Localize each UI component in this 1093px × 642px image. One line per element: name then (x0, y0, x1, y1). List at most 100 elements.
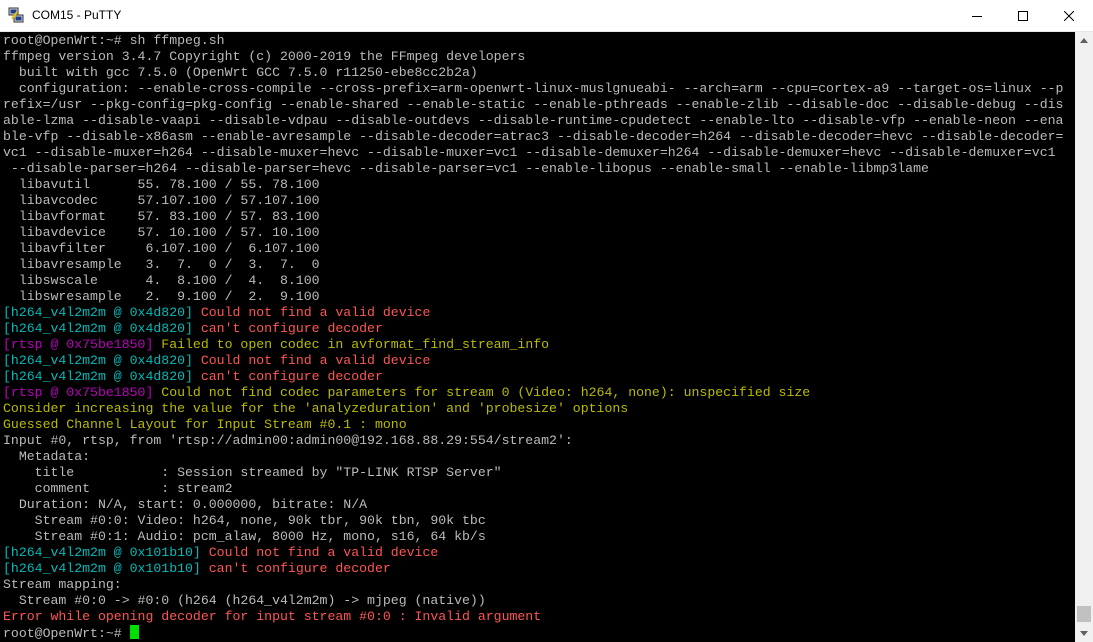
terminal-text: [h264_v4l2m2m @ 0x4d820] (3, 305, 201, 320)
terminal-text: Error while opening decoder for input st… (3, 609, 542, 624)
terminal-line: [h264_v4l2m2m @ 0x4d820] Could not find … (3, 353, 430, 369)
terminal-line: able-lzma --disable-vaapi --disable-vdpa… (3, 113, 1063, 129)
terminal-line: ble-vfp --disable-x86asm --enable-avresa… (3, 129, 1063, 145)
terminal-text: [h264_v4l2m2m @ 0x4d820] (3, 369, 201, 384)
terminal-line: refix=/usr --pkg-config=pkg-config --ena… (3, 97, 1063, 113)
terminal-text: [h264_v4l2m2m @ 0x4d820] (3, 353, 201, 368)
terminal-text: vc1 --disable-muxer=h264 --disable-muxer… (3, 145, 1056, 160)
terminal-line: vc1 --disable-muxer=h264 --disable-muxer… (3, 145, 1056, 161)
terminal-text: Consider increasing the value for the 'a… (3, 401, 629, 416)
terminal-text: libavdevice 57. 10.100 / 57. 10.100 (3, 225, 320, 240)
terminal-text: Could not find codec parameters for stre… (161, 385, 811, 400)
terminal-line: Input #0, rtsp, from 'rtsp://admin00:adm… (3, 433, 573, 449)
chevron-up-icon (1080, 38, 1088, 43)
terminal-text: libavcodec 57.107.100 / 57.107.100 (3, 193, 320, 208)
putty-window: COM15 - PuTTY root@OpenWrt:~# sh ffmpeg.… (0, 0, 1093, 642)
terminal-line: Consider increasing the value for the 'a… (3, 401, 628, 417)
terminal-line: built with gcc 7.5.0 (OpenWrt GCC 7.5.0 … (3, 65, 478, 81)
terminal-text: [h264_v4l2m2m @ 0x101b10] (3, 545, 209, 560)
scroll-up-button[interactable] (1075, 32, 1093, 49)
terminal-text: libswscale 4. 8.100 / 4. 8.100 (3, 273, 320, 288)
terminal-text: can't configure decoder (200, 321, 383, 336)
chevron-down-icon (1080, 631, 1088, 636)
terminal-text: ffmpeg version 3.4.7 Copyright (c) 2000-… (3, 49, 526, 64)
terminal-line: root@OpenWrt:~# sh ffmpeg.sh (3, 33, 225, 49)
terminal-line: libavformat 57. 83.100 / 57. 83.100 (3, 209, 320, 225)
terminal-line: Stream #0:0: Video: h264, none, 90k tbr,… (3, 513, 486, 529)
terminal-line: comment : stream2 (3, 481, 233, 497)
terminal-text: root@OpenWrt:~# (3, 626, 130, 641)
vertical-scrollbar[interactable] (1075, 32, 1093, 642)
terminal-text: libswresample 2. 9.100 / 2. 9.100 (3, 289, 320, 304)
terminal-text: Guessed Channel Layout for Input Stream … (3, 417, 407, 432)
terminal-line: [rtsp @ 0x75be1850] Failed to open codec… (3, 337, 549, 353)
terminal-line: [h264_v4l2m2m @ 0x4d820] can't configure… (3, 321, 383, 337)
terminal-text: --disable-parser=h264 --disable-parser=h… (3, 161, 929, 176)
terminal-text: Stream #0:1: Audio: pcm_alaw, 8000 Hz, m… (3, 529, 486, 544)
minimize-button[interactable] (954, 0, 1000, 31)
terminal-text: libavformat 57. 83.100 / 57. 83.100 (3, 209, 320, 224)
terminal-line: Stream mapping: (3, 577, 122, 593)
terminal-line: Duration: N/A, start: 0.000000, bitrate:… (3, 497, 367, 513)
terminal-text: Duration: N/A, start: 0.000000, bitrate:… (3, 497, 368, 512)
terminal-line: [h264_v4l2m2m @ 0x101b10] Could not find… (3, 545, 438, 561)
terminal-line: libavresample 3. 7. 0 / 3. 7. 0 (3, 257, 320, 273)
terminal-line: root@OpenWrt:~# (3, 625, 139, 641)
window-title: COM15 - PuTTY (32, 8, 122, 22)
terminal-line: Stream #0:1: Audio: pcm_alaw, 8000 Hz, m… (3, 529, 486, 545)
maximize-icon (1018, 10, 1028, 21)
terminal-text: libavutil 55. 78.100 / 55. 78.100 (3, 177, 320, 192)
putty-icon[interactable] (8, 7, 24, 23)
terminal-line: [h264_v4l2m2m @ 0x4d820] Could not find … (3, 305, 430, 321)
terminal-text: Stream mapping: (3, 577, 122, 592)
terminal-text: Stream #0:0: Video: h264, none, 90k tbr,… (3, 513, 486, 528)
terminal-text: title : Session streamed by "TP-LINK RTS… (3, 465, 502, 480)
terminal-line: configuration: --enable-cross-compile --… (3, 81, 1064, 97)
terminal-text: Metadata: (3, 449, 91, 464)
terminal-text: [rtsp @ 0x75be1850] (3, 337, 162, 352)
close-button[interactable] (1046, 0, 1092, 31)
terminal-text: Could not find a valid device (208, 545, 439, 560)
terminal-text: Input #0, rtsp, from 'rtsp://admin00:adm… (3, 433, 573, 448)
terminal-text: ble-vfp --disable-x86asm --enable-avresa… (3, 129, 1064, 144)
terminal-text: can't configure decoder (200, 369, 383, 384)
terminal-line: libswscale 4. 8.100 / 4. 8.100 (3, 273, 320, 289)
terminal-text: libavfilter 6.107.100 / 6.107.100 (3, 241, 320, 256)
terminal-text: [rtsp @ 0x75be1850] (3, 385, 162, 400)
terminal-line: [h264_v4l2m2m @ 0x101b10] can't configur… (3, 561, 391, 577)
terminal-line: libavdevice 57. 10.100 / 57. 10.100 (3, 225, 320, 241)
terminal-text: root@OpenWrt:~# sh ffmpeg.sh (3, 33, 225, 48)
terminal-line: title : Session streamed by "TP-LINK RTS… (3, 465, 502, 481)
terminal-text: Failed to open codec in avformat_find_st… (161, 337, 550, 352)
terminal-text: Could not find a valid device (200, 305, 431, 320)
terminal-text: [h264_v4l2m2m @ 0x101b10] (3, 561, 209, 576)
scrollbar-thumb[interactable] (1077, 606, 1091, 622)
close-icon (1064, 10, 1074, 21)
maximize-button[interactable] (1000, 0, 1046, 31)
terminal-text: Stream #0:0 -> #0:0 (h264 (h264_v4l2m2m)… (3, 593, 486, 608)
terminal-text: Could not find a valid device (200, 353, 431, 368)
terminal-line: Error while opening decoder for input st… (3, 609, 541, 625)
terminal-line: libavcodec 57.107.100 / 57.107.100 (3, 193, 320, 209)
terminal-text: configuration: --enable-cross-compile --… (3, 81, 1064, 96)
scroll-down-button[interactable] (1075, 625, 1093, 642)
text-cursor (129, 625, 139, 639)
terminal-text: able-lzma --disable-vaapi --disable-vdpa… (3, 113, 1064, 128)
terminal-text: refix=/usr --pkg-config=pkg-config --ena… (3, 97, 1064, 112)
title-bar[interactable]: COM15 - PuTTY (0, 0, 1093, 32)
terminal-line: Guessed Channel Layout for Input Stream … (3, 417, 407, 433)
terminal-line: --disable-parser=h264 --disable-parser=h… (3, 161, 929, 177)
terminal-line: [rtsp @ 0x75be1850] Could not find codec… (3, 385, 810, 401)
terminal-text: built with gcc 7.5.0 (OpenWrt GCC 7.5.0 … (3, 65, 478, 80)
terminal-text: can't configure decoder (208, 561, 391, 576)
terminal-line: libavfilter 6.107.100 / 6.107.100 (3, 241, 320, 257)
terminal-text: comment : stream2 (3, 481, 233, 496)
terminal-output[interactable]: root@OpenWrt:~# sh ffmpeg.sh ffmpeg versi… (0, 32, 1075, 642)
minimize-icon (972, 15, 982, 17)
terminal-line: [h264_v4l2m2m @ 0x4d820] can't configure… (3, 369, 383, 385)
terminal-line: Stream #0:0 -> #0:0 (h264 (h264_v4l2m2m)… (3, 593, 486, 609)
terminal-text: libavresample 3. 7. 0 / 3. 7. 0 (3, 257, 320, 272)
terminal-line: libswresample 2. 9.100 / 2. 9.100 (3, 289, 320, 305)
terminal-line: libavutil 55. 78.100 / 55. 78.100 (3, 177, 320, 193)
terminal-line: Metadata: (3, 449, 90, 465)
